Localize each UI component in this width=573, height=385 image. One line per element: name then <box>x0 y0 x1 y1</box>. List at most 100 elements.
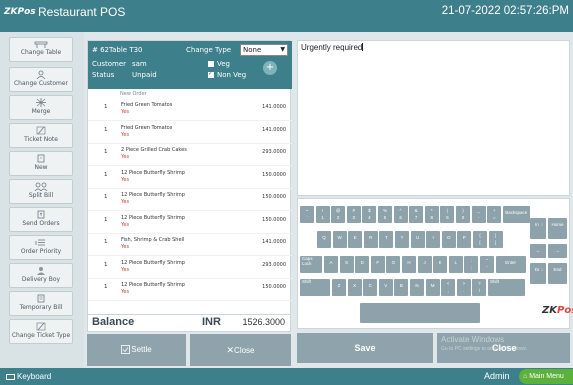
key[interactable]: ) 0 <box>456 206 470 223</box>
veg-checkbox[interactable]: Veg <box>208 60 230 68</box>
key[interactable]: T <box>379 231 394 248</box>
order-item-row[interactable]: 1 Fried Green Tomatos Yes 141.0000 <box>88 122 292 144</box>
key[interactable]: }] <box>488 231 503 248</box>
order-item-qty: 1 <box>104 261 108 268</box>
key[interactable]: Y <box>395 231 409 248</box>
left-arrow-key[interactable]: ← <box>530 244 546 258</box>
key[interactable]: >. <box>456 279 471 296</box>
order-item-row[interactable]: 1 12 Piece Butterfly Shrimp Yes 293.0000 <box>88 257 292 279</box>
key-label: ; <box>470 265 473 270</box>
up-arrow-key[interactable]: ↑ <box>539 218 545 239</box>
close-ticket-button[interactable]: ✕Close <box>190 334 291 366</box>
key[interactable]: ! 1 <box>315 206 330 223</box>
key[interactable]: " ' <box>480 256 494 273</box>
key[interactable]: * 8 <box>424 206 439 223</box>
key[interactable]: <, <box>441 279 456 296</box>
order-item-row[interactable]: 1 12 Piece Butterfly Shrimp Yes 150.0000 <box>88 167 292 189</box>
nonveg-checkbox[interactable]: Non Veg <box>208 70 246 79</box>
ticket-note-textarea[interactable]: Urgently required <box>297 40 570 196</box>
key[interactable]: R <box>363 231 378 248</box>
key[interactable]: ? / <box>472 279 487 296</box>
home-key[interactable]: Home <box>548 218 567 239</box>
key[interactable]: G <box>386 256 401 273</box>
split-bill-button[interactable]: Split Bill <box>9 179 73 204</box>
new-button[interactable]: New <box>9 151 73 176</box>
down-arrow-key[interactable]: ↓ <box>539 263 545 284</box>
key-shift-label: ^ <box>399 208 402 213</box>
key[interactable]: #3 <box>346 206 361 223</box>
change-type-select[interactable]: None ▼ <box>240 44 288 56</box>
key[interactable]: % 5 <box>378 206 392 223</box>
key[interactable]: & 7 <box>409 206 424 223</box>
key[interactable]: @2 <box>331 206 346 223</box>
change-customer-button[interactable]: Change Customer <box>9 67 73 92</box>
settle-button[interactable]: Settle <box>87 334 186 366</box>
key[interactable]: D <box>355 256 370 273</box>
close-button[interactable]: Activate Windows Go to PC settings to ac… <box>437 333 570 363</box>
main-menu-button[interactable]: ⌂ Main Menu <box>519 369 573 384</box>
key[interactable]: C <box>363 279 378 296</box>
key[interactable]: O <box>441 231 456 248</box>
enter-key[interactable]: Enter <box>495 256 526 273</box>
key[interactable]: Z <box>332 279 346 296</box>
order-item-price: 150.0000 <box>262 216 286 223</box>
save-button[interactable]: Save <box>297 333 433 363</box>
key[interactable]: E <box>348 231 363 248</box>
add-icon[interactable]: + <box>263 61 277 75</box>
order-item-row[interactable]: 1 12 Piece Butterfly Shrimp Yes 150.0000 <box>88 212 292 234</box>
key-shift-label: } <box>494 233 497 238</box>
change-ticket-type-button[interactable]: Change Ticket Type <box>9 319 73 344</box>
key[interactable]: B <box>394 279 409 296</box>
order-item-row[interactable]: 1 2 Piece Grilled Crab Cakes Yes 293.0000 <box>88 144 292 166</box>
delivery-boy-button[interactable]: Delivery Boy <box>9 263 73 288</box>
backspace-key[interactable]: Backspace <box>502 206 530 223</box>
space-key[interactable] <box>360 303 480 323</box>
keyboard-toggle[interactable]: Keyboard <box>6 372 51 381</box>
key[interactable]: M <box>425 279 440 296</box>
key[interactable]: ~ ` <box>300 206 314 223</box>
end-key[interactable]: End <box>548 263 567 284</box>
key[interactable]: P <box>457 231 472 248</box>
temporary-bill-button[interactable]: Temporary Bill <box>9 291 73 316</box>
order-item-row[interactable]: 1 Fish, Shrimp & Crab Shell Yes 141.0000 <box>88 234 292 256</box>
ticket-note-button[interactable]: Ticket Note <box>9 123 73 148</box>
key[interactable]: (9 <box>440 206 455 223</box>
shift-right-key[interactable]: Shift <box>488 279 525 296</box>
key[interactable]: :; <box>464 256 479 273</box>
key[interactable]: N <box>410 279 424 296</box>
order-priority-button[interactable]: Order Priority <box>9 235 73 260</box>
key[interactable]: W <box>332 231 347 248</box>
order-item-row[interactable]: 1 Fried Green Tomatos Yes 141.0000 <box>88 99 292 121</box>
send-orders-button[interactable]: Send Orders <box>9 207 73 232</box>
key[interactable]: K <box>433 256 448 273</box>
key[interactable]: Q <box>317 231 331 248</box>
order-item-name: 12 Piece Butterfly Shrimp <box>121 282 185 288</box>
key[interactable]: V <box>378 279 393 296</box>
order-item-row[interactable]: 1 12 Piece Butterfly Shrimp Yes 150.0000 <box>88 189 292 211</box>
key-label: 8 <box>430 215 434 220</box>
right-arrow-key[interactable]: → <box>548 244 567 258</box>
zkpos-logo: ZKPos <box>4 7 36 17</box>
row-divider <box>88 300 292 301</box>
key[interactable]: L <box>448 256 463 273</box>
order-item-row[interactable]: 1 12 Piece Butterfly Shrimp Yes 150.0000 <box>88 279 292 301</box>
caps-lock-key[interactable]: Caps Lock <box>300 256 322 273</box>
key[interactable]: S <box>339 256 354 273</box>
key[interactable]: {[ <box>473 231 487 248</box>
key[interactable]: X <box>347 279 362 296</box>
key[interactable]: A <box>324 256 338 273</box>
key[interactable]: ^ 6 <box>393 206 408 223</box>
shift-left-key[interactable]: Shift <box>300 279 330 296</box>
key[interactable]: _ - <box>471 206 486 223</box>
sidebar-item-label: Delivery Boy <box>21 276 61 283</box>
order-item-name: 2 Piece Grilled Crab Cakes <box>121 147 187 153</box>
key[interactable]: F <box>370 256 385 273</box>
key[interactable]: $4 <box>362 206 377 223</box>
key[interactable]: U <box>410 231 425 248</box>
change-table-button[interactable]: Change Table <box>9 37 73 62</box>
key[interactable]: + = <box>487 206 502 223</box>
key[interactable]: J <box>417 256 432 273</box>
key[interactable]: I <box>426 231 441 248</box>
key[interactable]: H <box>402 256 416 273</box>
merge-button[interactable]: Merge <box>9 95 73 120</box>
